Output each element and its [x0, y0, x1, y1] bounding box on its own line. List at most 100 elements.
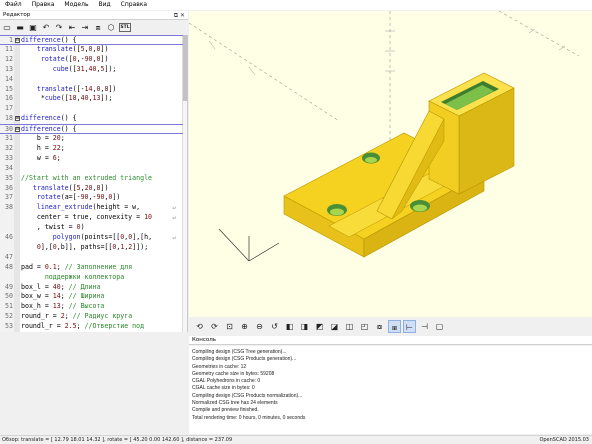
- view-toolbar: ⟲ ⟳ ⊡ ⊕ ⊖ ↺ ◧ ◨ ◩ ◪ ◫ ◰ ⧇ ⧆ ⊢ ⊣ ▢: [189, 318, 592, 334]
- zoom-in-icon[interactable]: ⊕: [238, 320, 251, 333]
- menu-help[interactable]: Справка: [116, 0, 152, 10]
- 3d-viewport[interactable]: [189, 11, 592, 317]
- wrap-indicator-icon: ↵: [172, 204, 176, 212]
- code-text: polygon(points=[[0,0],[h,: [52, 233, 153, 241]
- code-line[interactable]: 33 w = 6;: [0, 154, 183, 164]
- code-line[interactable]: 14: [0, 75, 183, 85]
- code-text: поддержки коллектора: [21, 272, 125, 281]
- code-line[interactable]: 17: [0, 104, 183, 114]
- 3d-model[interactable]: [283, 72, 515, 258]
- code-line[interactable]: 48 pad = 0.1; // Заполнение для: [0, 263, 183, 273]
- console-line: CGAL Polyhedrons in cache: 0: [192, 378, 261, 385]
- view-back-icon[interactable]: ◰: [358, 320, 371, 333]
- open-file-icon[interactable]: ▬: [15, 23, 25, 33]
- code-line[interactable]: center = true, convexity = 10 ↵: [0, 213, 183, 223]
- code-line[interactable]: 34: [0, 164, 183, 174]
- console-line: Compiling design (CSG Products generatio…: [192, 356, 297, 363]
- console-line: Compiling design (CSG Products normaliza…: [192, 392, 303, 399]
- line-number: 47: [5, 252, 13, 261]
- code-editor[interactable]: 1 ⊟ difference() {11 translate([5,0,0]) 12 …: [0, 35, 188, 332]
- code-line[interactable]: 32 h = 22;: [0, 144, 183, 154]
- show-edges-icon[interactable]: ▢: [433, 320, 446, 333]
- code-line[interactable]: 13 cube([31,40,5]);: [0, 65, 183, 75]
- line-number: 53: [5, 322, 13, 331]
- code-text: 0],[0,b]], paths=[[0,1,2]]);: [36, 242, 149, 251]
- console-line: Geometries in cache: 12: [192, 363, 247, 370]
- editor-scroll-thumb[interactable]: [183, 35, 187, 101]
- reset-view-icon[interactable]: ↺: [268, 320, 281, 333]
- code-text: cube([31,40,5]);: [52, 64, 117, 73]
- code-text: , twist = 0): [21, 223, 85, 232]
- code-line[interactable]: , twist = 0): [0, 223, 183, 233]
- perspective-icon[interactable]: ⧇: [373, 320, 386, 333]
- code-line[interactable]: 18 ⊞ difference() {: [0, 114, 183, 124]
- redo-icon[interactable]: ↷: [54, 23, 64, 33]
- preview-cube-icon[interactable]: ⧈: [93, 23, 103, 33]
- code-line[interactable]: 37 rotate(a=[-90,-90,0]): [0, 193, 183, 203]
- console-output[interactable]: Compiling design (CSG Tree generation)..…: [189, 346, 592, 434]
- code-line[interactable]: 46 polygon(points=[[0,0],[h, ↵: [0, 233, 183, 243]
- wrap-indicator-icon: ↵: [172, 234, 176, 241]
- code-line[interactable]: 52 round_r = 2; // Радиус круга: [0, 312, 183, 322]
- line-number: 16: [5, 94, 13, 103]
- view-bottom-icon[interactable]: ◩: [313, 320, 326, 333]
- fold-toggle-icon[interactable]: ⊟: [15, 127, 20, 133]
- code-line[interactable]: 50 box_w = 14; // Ширина: [0, 292, 183, 302]
- fold-toggle-icon[interactable]: ⊟: [15, 38, 20, 43]
- editor-panel-title: Редактор ⧉ ✕: [0, 11, 188, 20]
- code-text: translate([5,20,8]): [32, 183, 109, 192]
- show-scale-icon[interactable]: ⊣: [418, 320, 431, 333]
- unindent-icon[interactable]: ⇤: [67, 23, 77, 33]
- view-front-icon[interactable]: ◫: [343, 320, 356, 333]
- code-line[interactable]: 0],[0,b]], paths=[[0,1,2]]);: [0, 243, 183, 253]
- code-line[interactable]: 36 translate([5,20,8]): [0, 184, 183, 194]
- code-line[interactable]: 11 translate([5,0,0]): [0, 45, 183, 55]
- export-stl-icon[interactable]: STL: [119, 23, 131, 32]
- menu-edit[interactable]: Правка: [27, 0, 60, 10]
- code-line[interactable]: 15 translate([-14,0,8]): [0, 85, 183, 95]
- save-icon[interactable]: ▣: [28, 23, 38, 33]
- show-axes-icon[interactable]: ⊢: [403, 319, 416, 333]
- code-line[interactable]: 35 //Start with an extruded triangle: [0, 174, 183, 184]
- menu-design[interactable]: Модель: [59, 0, 93, 10]
- render-cube-icon[interactable]: ⬡: [106, 23, 116, 33]
- code-line[interactable]: 16 *cube([18,40,13]);: [0, 94, 183, 104]
- code-text: pad = 0.1; // Заполнение для: [21, 262, 133, 271]
- view-top-icon[interactable]: ◨: [298, 320, 311, 333]
- code-line[interactable]: 12 rotate([0,-90,0]): [0, 55, 183, 65]
- console-panel-title: Консоль: [189, 336, 592, 345]
- code-line[interactable]: 47: [0, 253, 183, 263]
- line-number: 48: [5, 262, 13, 271]
- code-line[interactable]: 1 ⊟ difference() {: [0, 35, 183, 45]
- code-line[interactable]: 38 linear_extrude(height = w, ↵: [0, 203, 183, 213]
- code-text: linear_extrude(height = w,: [36, 203, 141, 212]
- new-file-icon[interactable]: ▭: [2, 23, 12, 33]
- code-text: difference() {: [21, 114, 77, 123]
- code-line[interactable]: поддержки коллектора: [0, 273, 183, 283]
- code-text: //Start with an extruded triangle: [21, 173, 153, 182]
- view-all-icon[interactable]: ⊡: [223, 320, 236, 333]
- fold-toggle-icon[interactable]: ⊞: [15, 116, 20, 122]
- render-icon[interactable]: ⟳: [208, 320, 221, 333]
- menu-file[interactable]: Файл: [0, 0, 27, 10]
- zoom-out-icon[interactable]: ⊖: [253, 320, 266, 333]
- code-line[interactable]: 51 box_h = 13; // Высота: [0, 302, 183, 312]
- code-line[interactable]: 49 box_l = 40; // Длина: [0, 283, 183, 293]
- line-number: 33: [5, 153, 13, 162]
- line-number: 46: [5, 233, 13, 241]
- line-number: 17: [5, 104, 13, 113]
- orthogonal-icon[interactable]: ⧆: [388, 319, 401, 333]
- indent-icon[interactable]: ⇥: [80, 23, 90, 33]
- status-bar: Обзор: translate = [ 12.79 18.01 14.32 ]…: [0, 435, 592, 444]
- editor-toolbar: ▭ ▬ ▣ ↶ ↷ ⇤ ⇥ ⧈ ⬡ STL: [0, 21, 188, 34]
- code-line[interactable]: 31 b = 20;: [0, 134, 183, 144]
- preview-icon[interactable]: ⟲: [193, 320, 206, 333]
- view-right-icon[interactable]: ◧: [283, 320, 296, 333]
- menu-view[interactable]: Вид: [93, 0, 115, 10]
- code-line[interactable]: 53 roundl_r = 2.5; //Отверстие под: [0, 322, 183, 332]
- view-left-icon[interactable]: ◪: [328, 320, 341, 333]
- editor-panel-buttons[interactable]: ⧉ ✕: [174, 11, 185, 20]
- viewport-canvas[interactable]: [189, 11, 592, 317]
- code-line[interactable]: 30 ⊟ difference() {: [0, 124, 183, 134]
- undo-icon[interactable]: ↶: [41, 23, 51, 33]
